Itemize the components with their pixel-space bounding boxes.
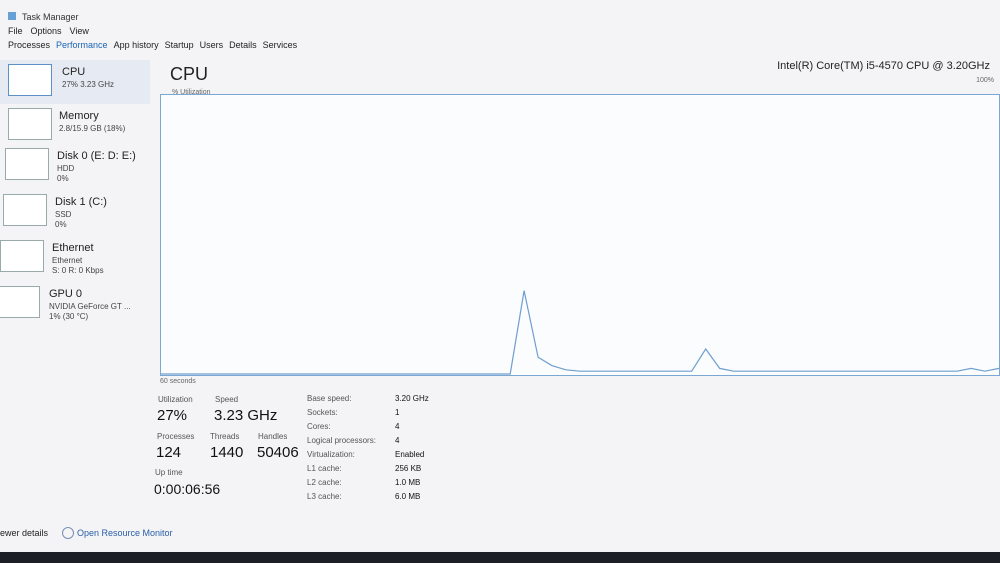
max-percent-label: 100% [976, 77, 994, 84]
tab-performance[interactable]: Performance [56, 40, 108, 50]
handles-label: Handles [258, 432, 288, 441]
title-bar: Task Manager [0, 0, 1000, 24]
sidebar-item-label: GPU 0 [49, 288, 83, 300]
detail-value-virtualization: Enabled [395, 450, 425, 459]
uptime-label: Up time [155, 468, 183, 477]
detail-key-logical-processors: Logical processors: [307, 436, 376, 445]
speed-value: 3.23 GHz [214, 407, 278, 424]
detail-key-l1-cache: L1 cache: [307, 464, 342, 473]
sidebar-item-label: Disk 0 (E: D: E:) [57, 150, 136, 162]
threads-label: Threads [210, 432, 240, 441]
tab-bar: Processes Performance App history Startu… [8, 40, 297, 50]
speed-label: Speed [215, 395, 239, 404]
sidebar-item-label: Memory [59, 110, 99, 122]
tab-users[interactable]: Users [200, 40, 224, 50]
sidebar-item-detail: 27% 3.23 GHz [62, 80, 115, 89]
threads-value: 1440 [210, 444, 244, 461]
sidebar-item-detail-2: 1% (30 °C) [49, 312, 89, 321]
tab-services[interactable]: Services [263, 40, 298, 50]
processes-label: Processes [157, 432, 195, 441]
sidebar-item-detail-2: 0% [57, 174, 69, 183]
detail-value-l2-cache: 1.0 MB [395, 478, 421, 487]
detail-key-base-speed: Base speed: [307, 394, 352, 403]
detail-key-l2-cache: L2 cache: [307, 478, 342, 487]
detail-value-cores: 4 [395, 422, 400, 431]
task-manager-icon [8, 12, 16, 20]
menu-view[interactable]: View [70, 26, 89, 36]
sidebar-item-disk-1[interactable]: Disk 1 (C:) SSD 0% [0, 190, 150, 234]
sidebar-item-label: Ethernet [52, 242, 94, 254]
utilization-value: 27% [157, 407, 188, 424]
detail-value-sockets: 1 [395, 408, 400, 417]
sidebar-item-cpu[interactable]: CPU 27% 3.23 GHz [0, 60, 150, 104]
gpu-thumbnail-graph [0, 286, 40, 318]
cpu-utilization-graph [160, 94, 1000, 376]
disk0-thumbnail-graph [5, 148, 49, 180]
sidebar-item-detail: NVIDIA GeForce GT ... [49, 302, 131, 311]
time-axis-label: 60 seconds [160, 378, 196, 385]
window-title: Task Manager [22, 12, 79, 22]
page-title: CPU [170, 64, 209, 84]
sidebar-item-disk-0[interactable]: Disk 0 (E: D: E:) HDD 0% [0, 144, 150, 188]
fewer-details-link[interactable]: ewer details [0, 528, 48, 538]
sidebar-item-detail: 2.8/15.9 GB (18%) [59, 124, 126, 133]
detail-value-l1-cache: 256 KB [395, 464, 422, 473]
detail-value-logical-processors: 4 [395, 436, 400, 445]
sidebar-item-label: CPU [62, 66, 86, 78]
windows-taskbar [0, 552, 1000, 563]
sidebar-item-detail: Ethernet [52, 256, 83, 265]
graph-frame [160, 94, 1000, 376]
open-resource-monitor-link[interactable]: Open Resource Monitor [77, 528, 173, 538]
ethernet-thumbnail-graph [0, 240, 44, 272]
detail-key-l3-cache: L3 cache: [307, 492, 342, 501]
handles-value: 50406 [257, 444, 299, 461]
detail-key-virtualization: Virtualization: [307, 450, 355, 459]
detail-value-base-speed: 3.20 GHz [395, 394, 429, 403]
menu-bar: File Options View [8, 26, 89, 36]
sidebar-item-label: Disk 1 (C:) [55, 196, 107, 208]
sidebar-item-detail: HDD [57, 164, 75, 173]
sidebar-item-memory[interactable]: Memory 2.8/15.9 GB (18%) [0, 104, 150, 148]
menu-file[interactable]: File [8, 26, 23, 36]
menu-options[interactable]: Options [31, 26, 62, 36]
tab-app-history[interactable]: App history [114, 40, 159, 50]
utilization-label: Utilization [158, 395, 193, 404]
cpu-thumbnail-graph [8, 64, 52, 96]
memory-thumbnail-graph [8, 108, 52, 140]
tab-processes[interactable]: Processes [8, 40, 50, 50]
tab-startup[interactable]: Startup [165, 40, 194, 50]
detail-value-l3-cache: 6.0 MB [395, 492, 421, 501]
detail-key-cores: Cores: [307, 422, 331, 431]
sidebar-item-ethernet[interactable]: Ethernet Ethernet S: 0 R: 0 Kbps [0, 236, 150, 280]
disk1-thumbnail-graph [3, 194, 47, 226]
processes-value: 124 [156, 444, 182, 461]
detail-key-sockets: Sockets: [307, 408, 338, 417]
resource-monitor-icon [62, 527, 74, 539]
sidebar-item-gpu-0[interactable]: GPU 0 NVIDIA GeForce GT ... 1% (30 °C) [0, 282, 150, 326]
sidebar-item-detail-2: S: 0 R: 0 Kbps [52, 266, 104, 275]
tab-details[interactable]: Details [229, 40, 257, 50]
sidebar-item-detail-2: 0% [55, 220, 67, 229]
sidebar-item-detail: SSD [55, 210, 72, 219]
uptime-value: 0:00:06:56 [154, 481, 221, 497]
resource-sidebar: CPU 27% 3.23 GHz Memory 2.8/15.9 GB (18%… [0, 60, 150, 330]
cpu-model-name: Intel(R) Core(TM) i5-4570 CPU @ 3.20GHz [777, 60, 990, 72]
